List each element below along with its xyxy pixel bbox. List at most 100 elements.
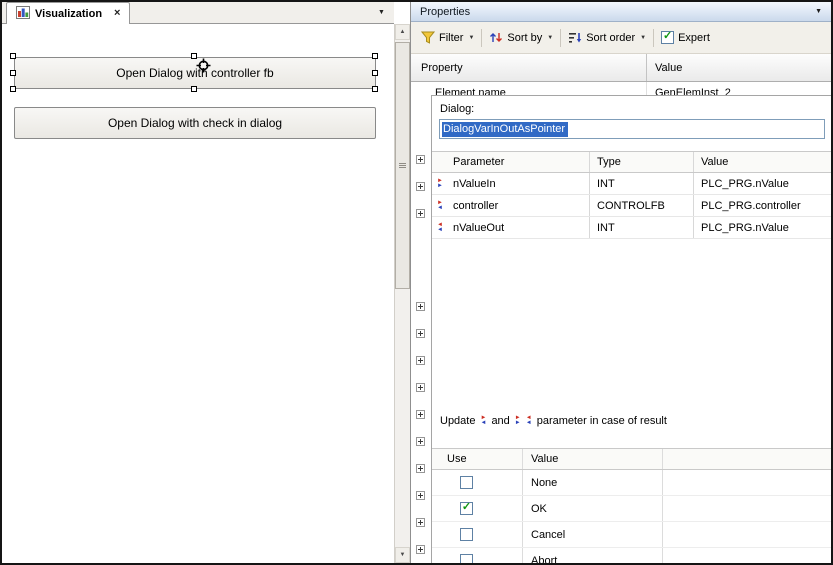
codesys-window: Visualization × ▼ △ ▽ Open Dialog with c… [0, 0, 833, 565]
parameter-table-header: Parameter Type Value [432, 151, 831, 173]
mouse-cursor-icon [196, 58, 211, 73]
expand-plus-button[interactable] [416, 209, 425, 218]
visualization-canvas[interactable] [2, 24, 394, 563]
tab-visualization[interactable]: Visualization × [6, 2, 130, 24]
expand-plus-button[interactable] [416, 182, 425, 191]
sort-by-icon [489, 31, 503, 44]
var-input-icon: ►► [437, 179, 443, 189]
sort-order-icon [568, 31, 582, 44]
var-inout-icon: ►◄ [437, 201, 443, 211]
down-arrow-icon: ▼ [400, 552, 406, 558]
use-row-ok[interactable]: ✓ OK [432, 496, 831, 522]
expand-plus-button[interactable] [416, 329, 425, 338]
expand-plus-button[interactable] [416, 410, 425, 419]
selection-handle[interactable] [372, 70, 378, 76]
var-output-icon: ◄◄ [526, 416, 532, 426]
use-table-header: Use Value [432, 448, 831, 470]
use-row-cancel[interactable]: Cancel [432, 522, 831, 548]
selection-handle[interactable] [372, 53, 378, 59]
toolbar-separator [560, 29, 561, 47]
canvas-vertical-scrollbar[interactable]: ▲ ▼ [394, 24, 410, 563]
open-dialog-controller-button[interactable]: Open Dialog with controller fb [14, 57, 376, 89]
expand-plus-button[interactable] [416, 518, 425, 527]
expand-plus-button[interactable] [416, 356, 425, 365]
parameter-table: Parameter Type Value ►► nValueIn INT PLC… [432, 151, 831, 239]
check-icon: ✓ [663, 31, 672, 42]
open-dialog-check-button[interactable]: Open Dialog with check in dialog [14, 107, 376, 139]
properties-title: Properties [420, 6, 470, 18]
visualization-icon [16, 6, 30, 22]
toolbar-separator [653, 29, 654, 47]
expand-plus-button[interactable] [416, 302, 425, 311]
use-row-abort[interactable]: Abort [432, 548, 831, 563]
and-text: and [491, 415, 509, 427]
filter-icon [421, 31, 435, 44]
selection-handle[interactable] [10, 53, 16, 59]
value-header-label: Value [655, 62, 682, 74]
tab-label: Visualization [35, 8, 102, 20]
sort-by-button[interactable]: Sort by ▼ [486, 29, 556, 46]
value-column-header[interactable]: Value [646, 54, 831, 81]
use-row-none[interactable]: None [432, 470, 831, 496]
sort-by-dropdown-icon: ▼ [547, 35, 553, 41]
parameter-header-label: Parameter [453, 156, 504, 168]
dialog-name-input[interactable]: DialogVarInOutAsPointer [439, 119, 825, 139]
expand-plus-button[interactable] [416, 464, 425, 473]
parameter-row[interactable]: ◄◄ nValueOut INT PLC_PRG.nValue [432, 217, 831, 239]
grid-column-header: Property Value [411, 54, 831, 82]
result-use-table: Use Value None ✓ OK [432, 448, 831, 563]
update-parameter-line: Update ►◄ and ►► ◄◄ parameter in case of… [440, 415, 667, 427]
filter-button[interactable]: Filter ▼ [418, 29, 477, 46]
var-input-icon: ►► [515, 416, 521, 426]
use-header-label: Use [447, 453, 467, 465]
selection-handle[interactable] [10, 86, 16, 92]
scrollbar-thumb[interactable] [395, 42, 410, 289]
thumb-grip-icon [399, 165, 406, 166]
update-tail-text: parameter in case of result [537, 415, 667, 427]
update-text: Update [440, 415, 475, 427]
type-header-label: Type [597, 156, 621, 168]
use-checkbox[interactable] [460, 476, 473, 489]
selection-handle[interactable] [10, 70, 16, 76]
sort-order-label: Sort order [586, 32, 635, 44]
properties-panel: Properties ▼ Filter ▼ [410, 2, 831, 563]
dialog-name-selected-text: DialogVarInOutAsPointer [442, 122, 568, 137]
expert-checkbox[interactable]: ✓ Expert [658, 29, 713, 46]
use-checkbox[interactable] [460, 554, 473, 563]
sort-by-label: Sort by [507, 32, 542, 44]
use-value-header-label: Value [531, 453, 558, 465]
scroll-down-button[interactable]: ▼ [395, 547, 410, 563]
expand-plus-button[interactable] [416, 383, 425, 392]
check-icon: ✓ [462, 502, 471, 513]
expand-plus-button[interactable] [416, 437, 425, 446]
filter-label: Filter [439, 32, 463, 44]
var-output-icon: ◄◄ [437, 223, 443, 233]
up-arrow-icon: ▲ [400, 29, 406, 35]
dialog-label: Dialog: [440, 103, 474, 115]
tab-close-icon[interactable]: × [114, 8, 120, 19]
expert-checkbox-box[interactable]: ✓ [661, 31, 674, 44]
scroll-up-button[interactable]: ▲ [395, 24, 410, 40]
var-inout-icon: ►◄ [480, 416, 486, 426]
property-header-label: Property [421, 62, 463, 74]
selection-handle[interactable] [191, 86, 197, 92]
sort-order-dropdown-icon: ▼ [640, 35, 646, 41]
parameter-row[interactable]: ►► nValueIn INT PLC_PRG.nValue [432, 173, 831, 195]
sort-order-button[interactable]: Sort order ▼ [565, 29, 649, 46]
parameter-row[interactable]: ►◄ controller CONTROLFB PLC_PRG.controll… [432, 195, 831, 217]
use-checkbox-checked[interactable]: ✓ [460, 502, 473, 515]
selection-handle[interactable] [372, 86, 378, 92]
properties-header: Properties ▼ [411, 2, 831, 22]
tab-list-dropdown-icon[interactable]: ▼ [378, 9, 385, 16]
value-header-label: Value [701, 156, 728, 168]
property-column-header[interactable]: Property [411, 54, 646, 81]
editor-tab-bar: Visualization × ▼ [2, 2, 394, 24]
use-checkbox[interactable] [460, 528, 473, 541]
panel-menu-dropdown-icon[interactable]: ▼ [815, 8, 822, 15]
properties-toolbar: Filter ▼ Sort by ▼ [411, 22, 831, 54]
expand-plus-button[interactable] [416, 491, 425, 500]
filter-dropdown-icon: ▼ [468, 35, 474, 41]
expand-plus-button[interactable] [416, 545, 425, 554]
expand-plus-button[interactable] [416, 155, 425, 164]
toolbar-separator [481, 29, 482, 47]
